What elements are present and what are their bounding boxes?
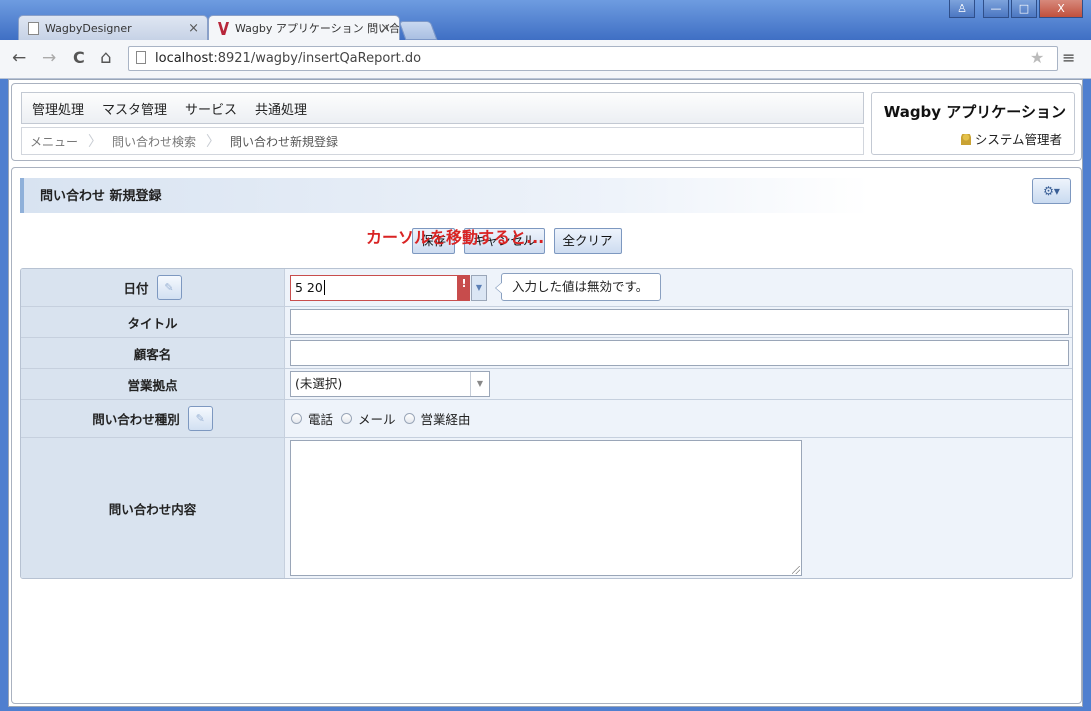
label-text: 日付 [123, 281, 149, 296]
field-label-title: タイトル [21, 307, 285, 337]
back-icon[interactable]: ← [12, 48, 26, 68]
sales-office-select[interactable]: (未選択) ▼ [290, 371, 490, 397]
clear-all-button[interactable]: 全クリア [553, 228, 622, 254]
home-icon[interactable]: ⌂ [100, 48, 111, 68]
radio-label: メール [358, 412, 396, 427]
page-title: 問い合わせ 新規登録 [20, 178, 870, 213]
form-row-title: タイトル [21, 307, 1072, 338]
tab-wagby-designer[interactable]: WagbyDesigner × [18, 15, 208, 40]
reload-icon[interactable]: C [73, 48, 85, 68]
app-header: 管理処理 マスタ管理 サービス 共通処理 メニュー 〉 問い合わせ検索 〉 問い… [11, 83, 1082, 161]
help-icon[interactable]: ✎ [156, 275, 182, 300]
field-value-office: (未選択) ▼ [285, 369, 1072, 399]
breadcrumb: メニュー 〉 問い合わせ検索 〉 問い合わせ新規登録 [21, 127, 864, 155]
label-text: 問い合わせ種別 [92, 412, 180, 427]
date-input[interactable]: 5 20 ! ▼ [290, 275, 487, 301]
menu-item-master[interactable]: マスタ管理 [102, 99, 167, 118]
inquiry-content-textarea[interactable] [290, 440, 802, 576]
field-label-inquiry-content: 問い合わせ内容 [21, 438, 285, 578]
app-info-box: Wagby アプリケーション システム管理者 [871, 92, 1075, 155]
page-icon [28, 22, 39, 35]
current-user[interactable]: システム管理者 [960, 129, 1062, 148]
field-value-inquiry-type: 電話 メール 営業経由 [285, 400, 1072, 437]
customer-name-input[interactable] [290, 340, 1069, 366]
title-input[interactable] [290, 309, 1069, 335]
radio-option-phone[interactable]: 電話 [291, 409, 333, 428]
radio-button[interactable] [291, 413, 302, 424]
field-value-customer [285, 338, 1072, 368]
inquiry-type-radio-group: 電話 メール 営業経由 [291, 400, 479, 437]
minimize-button[interactable]: — [983, 0, 1009, 18]
form-row-office: 営業拠点 (未選択) ▼ [21, 369, 1072, 400]
radio-button[interactable] [341, 413, 353, 424]
annotation-text: カーソルを移動すると... [366, 228, 545, 247]
user-profile-icon[interactable]: ♙ [949, 0, 975, 18]
field-label-customer: 顧客名 [21, 338, 285, 368]
edit-icon[interactable]: ✎ [187, 406, 213, 431]
field-value-inquiry-content [285, 438, 1072, 578]
address-bar[interactable]: localhost:8921/wagby/insertQaReport.do [128, 46, 1058, 71]
web-page: 管理処理 マスタ管理 サービス 共通処理 メニュー 〉 問い合わせ検索 〉 問い… [8, 79, 1083, 707]
new-tab-button[interactable] [398, 21, 438, 40]
field-value-title [285, 307, 1072, 337]
menu-item-service[interactable]: サービス [185, 99, 237, 118]
user-name: システム管理者 [974, 132, 1062, 147]
menu-item-common[interactable]: 共通処理 [255, 99, 307, 118]
date-dropdown-arrow-icon[interactable]: ▼ [471, 275, 487, 301]
tab-wagby-application[interactable]: Wagby アプリケーション 問い合 × [208, 15, 400, 40]
wagby-logo-icon [218, 22, 229, 35]
date-input-value: 5 20 [295, 280, 323, 295]
radio-option-sales[interactable]: 営業経由 [403, 409, 471, 428]
form-row-inquiry-type: 問い合わせ種別 ✎ 電話 メール 営業経由 [21, 400, 1072, 438]
breadcrumb-separator-icon: 〉 [206, 134, 221, 150]
bookmark-star-icon[interactable]: ★ [1030, 49, 1044, 67]
breadcrumb-menu[interactable]: メニュー [30, 133, 88, 150]
breadcrumb-current: 問い合わせ新規登録 [230, 134, 339, 149]
close-window-button[interactable]: X [1039, 0, 1083, 18]
field-label-date: 日付 ✎ [21, 269, 285, 306]
inquiry-form: 日付 ✎ 5 20 ! ▼ 入力した値は無効です。 タイトル 顧客名 営業拠点 … [20, 268, 1073, 579]
chevron-down-icon: ▼ [470, 372, 489, 396]
content-panel: 問い合わせ 新規登録 ⚙▾ 保存 キャンセル 全クリア 日付 ✎ 5 20 ! … [11, 167, 1082, 704]
tab-title: Wagby アプリケーション 問い合 [235, 22, 400, 35]
forward-icon[interactable]: → [42, 48, 56, 68]
url-text: localhost:8921/wagby/insertQaReport.do [155, 51, 422, 66]
field-value-date: 5 20 ! ▼ 入力した値は無効です。 [285, 269, 1072, 306]
main-menu-bar: 管理処理 マスタ管理 サービス 共通処理 [21, 92, 864, 124]
window-controls: ♙ — □ X [949, 0, 1083, 19]
browser-toolbar: ← → C ⌂ localhost:8921/wagby/insertQaRep… [0, 40, 1091, 79]
app-title: Wagby アプリケーション [883, 103, 1066, 121]
form-row-inquiry-content: 問い合わせ内容 [21, 438, 1072, 578]
radio-button[interactable] [403, 413, 415, 424]
breadcrumb-separator-icon: 〉 [88, 134, 103, 150]
form-row-customer: 顧客名 [21, 338, 1072, 369]
page-icon [136, 51, 146, 64]
validation-error-tooltip: 入力した値は無効です。 [494, 273, 662, 301]
browser-menu-icon[interactable]: ≡ [1062, 49, 1075, 67]
maximize-button[interactable]: □ [1011, 0, 1037, 18]
select-value: (未選択) [295, 376, 343, 391]
radio-label: 電話 [308, 412, 334, 427]
browser-title-bar: WagbyDesigner × Wagby アプリケーション 問い合 × ♙ —… [0, 0, 1091, 40]
user-icon [960, 134, 971, 145]
radio-option-email[interactable]: メール [341, 409, 396, 428]
form-row-date: 日付 ✎ 5 20 ! ▼ 入力した値は無効です。 [21, 269, 1072, 307]
field-label-office: 営業拠点 [21, 369, 285, 399]
menu-item-admin[interactable]: 管理処理 [32, 99, 84, 118]
radio-label: 営業経由 [420, 412, 471, 427]
text-cursor [323, 280, 325, 295]
field-label-inquiry-type: 問い合わせ種別 ✎ [21, 400, 285, 437]
tab-close-icon[interactable]: × [380, 16, 391, 40]
error-icon: ! [458, 275, 470, 301]
resize-grip-icon[interactable] [792, 566, 800, 574]
tab-close-icon[interactable]: × [188, 16, 199, 40]
breadcrumb-inquiry-search[interactable]: 問い合わせ検索 [112, 133, 206, 150]
tab-title: WagbyDesigner [45, 22, 132, 35]
settings-gear-button[interactable]: ⚙▾ [1032, 178, 1071, 204]
